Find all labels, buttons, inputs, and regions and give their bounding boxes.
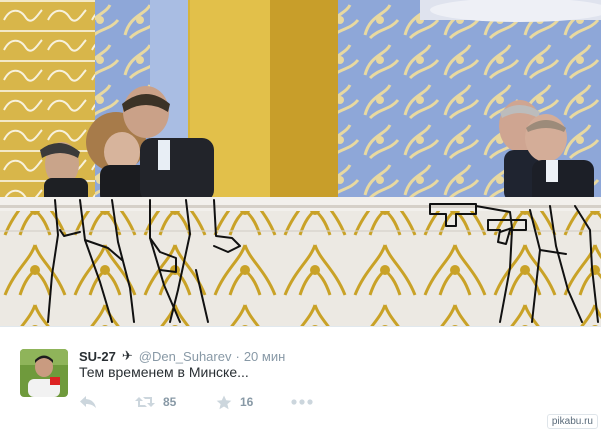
tweet-photo[interactable] <box>0 0 601 327</box>
tweet-text: Тем временем в Минске... <box>79 364 249 380</box>
reply-icon <box>80 396 96 408</box>
tweet-header: SU-27 ✈ @Den_Suharev · 20 мин <box>79 347 285 365</box>
airplane-icon: ✈ <box>121 348 133 363</box>
site-watermark: pikabu.ru <box>546 414 598 429</box>
more-icon <box>291 399 313 405</box>
tweet-timestamp[interactable]: 20 мин <box>244 349 285 364</box>
tweet-body: SU-27 ✈ @Den_Suharev · 20 мин Тем времен… <box>0 327 601 432</box>
reply-button[interactable] <box>79 393 97 411</box>
display-name[interactable]: SU-27 <box>79 349 116 364</box>
separator-dot: · <box>235 348 240 364</box>
retweet-button[interactable]: 85 <box>135 393 176 411</box>
tweet-card: SU-27 ✈ @Den_Suharev · 20 мин Тем времен… <box>0 0 601 432</box>
retweet-count: 85 <box>163 395 177 409</box>
photo-image <box>0 0 601 326</box>
more-button[interactable] <box>291 393 313 411</box>
avatar-image <box>20 349 68 397</box>
avatar[interactable] <box>20 349 68 397</box>
favorite-button[interactable]: 16 <box>216 393 253 411</box>
retweet-icon <box>135 397 155 407</box>
user-handle[interactable]: @Den_Suharev <box>139 349 232 364</box>
star-icon <box>216 395 232 409</box>
favorite-count: 16 <box>240 395 254 409</box>
